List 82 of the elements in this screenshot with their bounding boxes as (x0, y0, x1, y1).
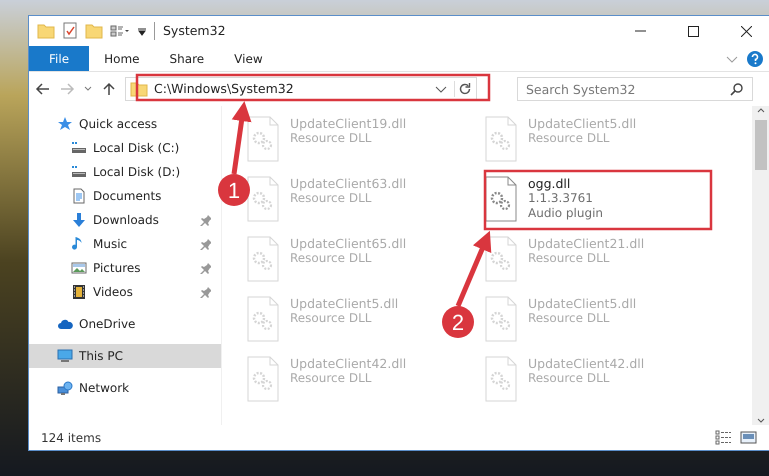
monitor-icon (57, 348, 73, 364)
document-icon (71, 188, 87, 204)
dll-file-icon (246, 236, 280, 282)
pin-icon[interactable] (199, 286, 211, 298)
dll-file-icon (246, 116, 280, 162)
search-field[interactable]: Search System32 (517, 77, 753, 101)
address-bar[interactable]: C:\Windows\System32 (125, 77, 477, 101)
file-name: ogg.dll (528, 176, 572, 191)
dll-file-icon (484, 176, 518, 222)
sidebar-item[interactable]: Documents (29, 184, 213, 208)
sidebar-item[interactable]: Music (29, 232, 213, 256)
file-detail: Resource DLL (290, 311, 372, 326)
file-name: UpdateClient42.dll (528, 356, 644, 371)
sidebar-item[interactable]: Pictures (29, 256, 213, 280)
pin-icon[interactable] (199, 238, 211, 250)
back-arrow-icon[interactable] (35, 81, 51, 97)
ribbon-tab[interactable]: File (29, 46, 90, 71)
file-detail: Resource DLL (290, 191, 372, 206)
dll-file-icon (484, 236, 518, 282)
file-detail: Resource DLL (528, 251, 610, 266)
callout-circle (442, 306, 474, 338)
file-item[interactable]: ogg.dll 1.1.3.3761 Audio plugin (480, 172, 608, 226)
file-detail: Resource DLL (528, 131, 610, 146)
ribbon-tab[interactable]: Home (89, 46, 155, 71)
close-icon (740, 26, 752, 36)
film-icon (71, 284, 87, 300)
minimize-icon (634, 30, 646, 32)
file-name: UpdateClient42.dll (290, 356, 406, 371)
star-icon (57, 116, 73, 132)
callout-circle (218, 174, 250, 206)
sidebar-item[interactable]: Quick access (29, 112, 213, 136)
drive-icon (71, 140, 87, 156)
dll-file-icon (484, 296, 518, 342)
callout-number: 1 (228, 178, 240, 203)
dll-file-icon (246, 296, 280, 342)
ribbon-tab[interactable]: View (219, 46, 278, 71)
file-detail: Resource DLL (528, 311, 610, 326)
window-title: System32 (154, 22, 226, 40)
file-detail: 1.1.3.3761 (528, 191, 594, 206)
file-name: UpdateClient65.dll (290, 236, 406, 251)
file-name: UpdateClient21.dll (528, 236, 644, 251)
dll-file-icon (484, 116, 518, 162)
up-arrow-icon[interactable] (101, 81, 117, 97)
sidebar-item[interactable]: This PC (29, 344, 221, 368)
sidebar-item[interactable]: Network (29, 376, 213, 400)
callout-number: 2 (452, 310, 464, 335)
pin-icon[interactable] (199, 262, 211, 274)
sidebar-item[interactable]: Local Disk (C:) (29, 136, 213, 160)
details-view-icon[interactable] (715, 429, 732, 446)
file-name: UpdateClient19.dll (290, 116, 406, 131)
file-name: UpdateClient63.dll (290, 176, 406, 191)
picture-icon (71, 260, 87, 276)
quick-toolbar-icon[interactable] (110, 23, 130, 39)
download-arrow-icon (71, 212, 87, 228)
network-icon (57, 380, 73, 396)
scrollbar[interactable] (752, 106, 769, 425)
drive-icon (71, 164, 87, 180)
large-icons-view-icon[interactable] (740, 429, 757, 446)
ribbon-tab[interactable]: Share (154, 46, 220, 71)
help-icon[interactable] (747, 50, 763, 66)
sidebar-item[interactable]: Downloads (29, 208, 213, 232)
file-detail: Resource DLL (290, 251, 372, 266)
pin-icon[interactable] (199, 214, 211, 226)
sidebar-item[interactable]: Local Disk (D:) (29, 160, 213, 184)
sidebar-item[interactable]: Videos (29, 280, 213, 304)
sidebar-item[interactable]: OneDrive (29, 312, 213, 336)
file-name: UpdateClient5.dll (290, 296, 398, 311)
file-detail: Resource DLL (290, 131, 372, 146)
maximize-icon (688, 26, 698, 36)
file-name: UpdateClient5.dll (528, 296, 636, 311)
dll-file-icon (246, 176, 280, 222)
search-icon[interactable] (729, 82, 744, 96)
address-path: C:\Windows\System32 (154, 80, 294, 98)
file-detail: Audio plugin (528, 206, 604, 221)
file-name: UpdateClient5.dll (528, 116, 636, 131)
scroll-thumb[interactable] (754, 120, 766, 170)
file-detail: Resource DLL (528, 371, 610, 386)
properties-icon[interactable] (62, 22, 78, 40)
dll-file-icon (484, 356, 518, 402)
dll-file-icon (246, 356, 280, 402)
file-detail: Resource DLL (290, 371, 372, 386)
item-count: 124 items (41, 430, 102, 446)
